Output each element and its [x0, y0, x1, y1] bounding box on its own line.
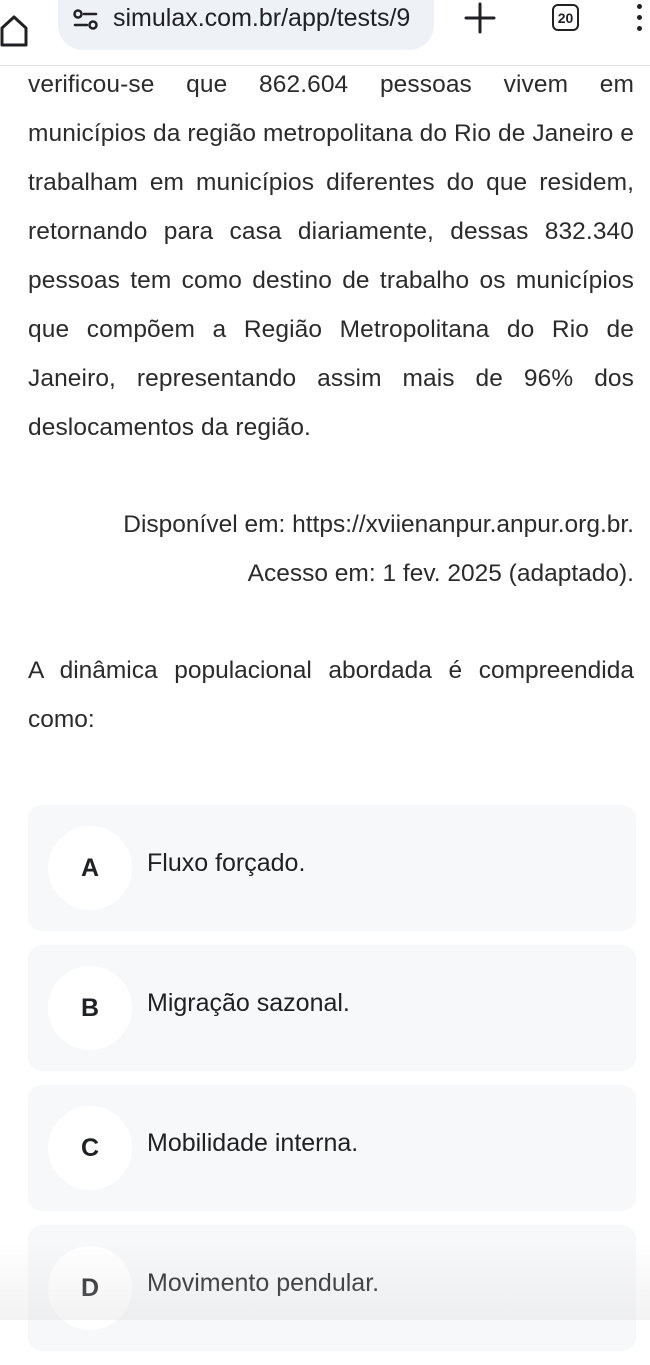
option-b[interactable]: B Migração sazonal.	[28, 945, 636, 1071]
option-text: Movimento pendular.	[147, 1269, 380, 1297]
option-letter-badge: A	[48, 826, 132, 910]
option-letter-badge: C	[48, 1106, 132, 1190]
browser-toolbar: simulax.com.br/app/tests/9 20	[0, 0, 650, 66]
url-text[interactable]: simulax.com.br/app/tests/9	[113, 4, 410, 33]
option-letter-badge: D	[48, 1246, 132, 1330]
option-text: Migração sazonal.	[147, 989, 350, 1017]
home-icon[interactable]	[0, 14, 30, 48]
tab-count-label: 20	[557, 9, 574, 26]
option-letter-badge: B	[48, 966, 132, 1050]
more-vert-icon[interactable]	[634, 4, 644, 38]
question-content: verificou-se que 862.604 pessoas vivem e…	[28, 60, 634, 744]
passage-text: verificou-se que 862.604 pessoas vivem e…	[28, 71, 635, 441]
source-citation: Disponível em: https://xviienanpur.anpur…	[28, 500, 634, 598]
option-text: Fluxo forçado.	[147, 849, 306, 877]
tab-switcher-button[interactable]: 20	[552, 4, 579, 31]
option-c[interactable]: C Mobilidade interna.	[28, 1085, 636, 1211]
option-a[interactable]: A Fluxo forçado.	[28, 805, 636, 931]
source-url-line: Disponível em: https://xviienanpur.anpur…	[123, 511, 634, 538]
address-bar[interactable]: simulax.com.br/app/tests/9	[58, 0, 434, 50]
option-d[interactable]: D Movimento pendular.	[28, 1225, 636, 1351]
plus-icon[interactable]	[460, 0, 500, 40]
option-text: Mobilidade interna.	[147, 1129, 359, 1157]
tune-icon[interactable]	[72, 6, 100, 34]
question-prompt: A dinâmica populacional abordada é compr…	[28, 657, 634, 733]
source-access-line: Acesso em: 1 fev. 2025 (adaptado).	[247, 560, 634, 587]
answer-options: A Fluxo forçado. B Migração sazonal. C M…	[28, 805, 636, 1365]
